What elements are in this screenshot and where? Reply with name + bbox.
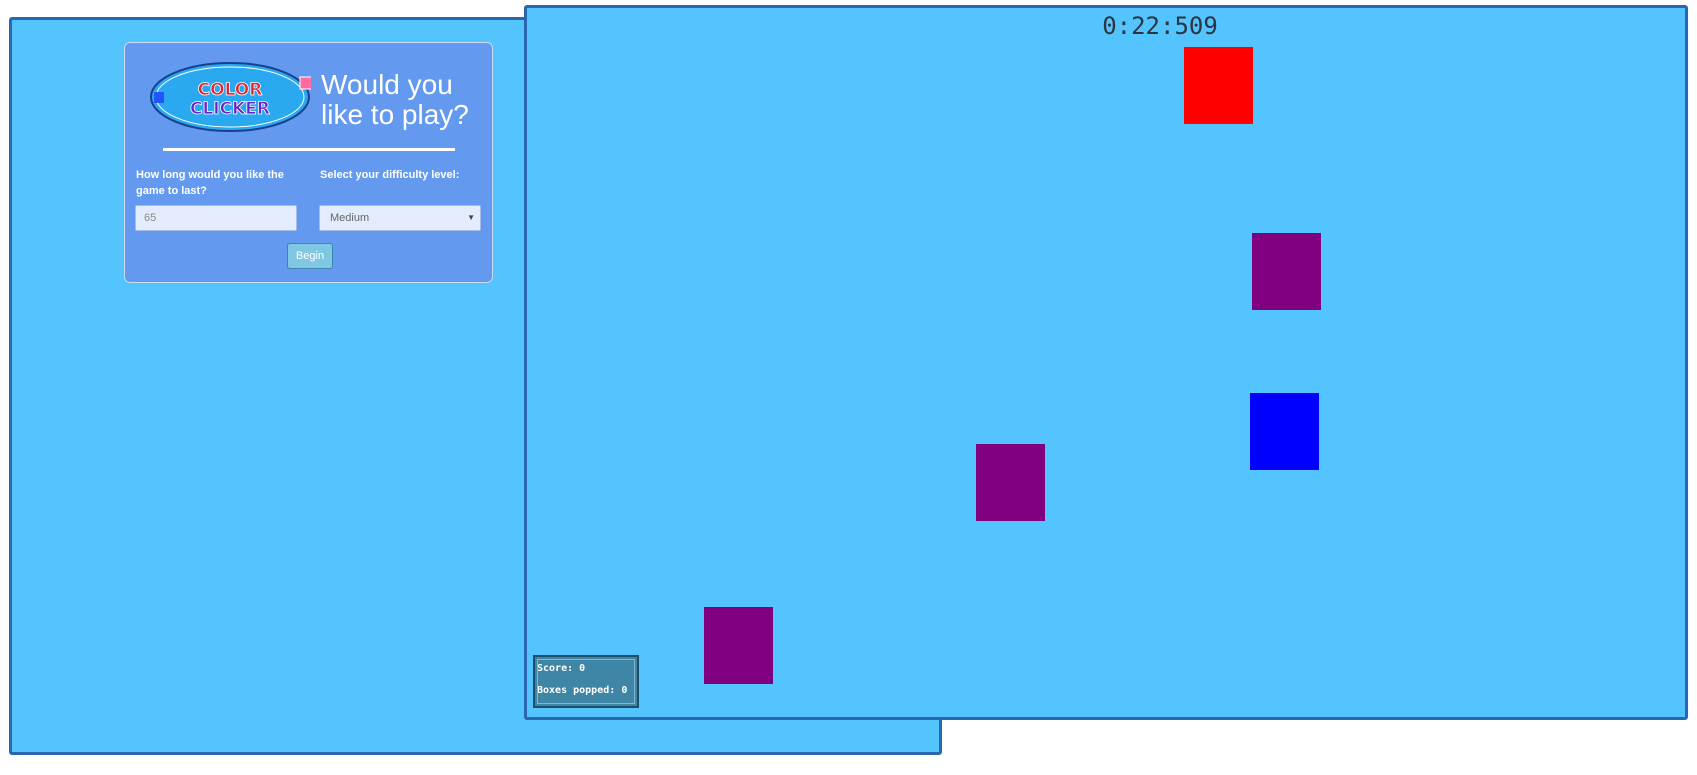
game-timer: 0:22:509 <box>1102 12 1218 40</box>
divider <box>163 148 455 151</box>
boxes-popped-line: Boxes popped: 0 <box>537 683 635 705</box>
difficulty-label: Select your difficulty level: <box>320 169 460 181</box>
play-prompt-heading: Would you like to play? <box>321 69 469 130</box>
begin-button[interactable]: Begin <box>287 243 333 269</box>
game-area[interactable] <box>524 5 1688 720</box>
svg-text:COLOR: COLOR <box>198 80 263 100</box>
difficulty-select[interactable]: Medium ▼ <box>319 205 481 231</box>
start-menu-panel: COLOR CLICKER Would you like to play? Ho… <box>124 42 493 283</box>
color-clicker-logo: COLOR CLICKER <box>149 61 311 133</box>
dropdown-arrow-icon: ▼ <box>467 213 475 222</box>
duration-label: How long would you like the game to last… <box>136 169 284 197</box>
color-box[interactable] <box>1184 47 1253 124</box>
score-line: Score: 0 <box>537 661 635 683</box>
svg-text:CLICKER: CLICKER <box>190 99 270 119</box>
difficulty-selected-value: Medium <box>330 212 370 224</box>
color-box[interactable] <box>1250 393 1319 470</box>
boxes-popped-label: Boxes popped: <box>537 685 616 696</box>
scoreboard: Score: 0 Boxes popped: 0 <box>533 655 639 708</box>
score-value: 0 <box>579 663 586 674</box>
color-box[interactable] <box>976 444 1045 521</box>
duration-input[interactable] <box>135 205 297 231</box>
boxes-popped-value: 0 <box>621 685 628 696</box>
color-box[interactable] <box>704 607 773 684</box>
score-label: Score: <box>537 663 574 674</box>
color-box[interactable] <box>1252 233 1321 310</box>
